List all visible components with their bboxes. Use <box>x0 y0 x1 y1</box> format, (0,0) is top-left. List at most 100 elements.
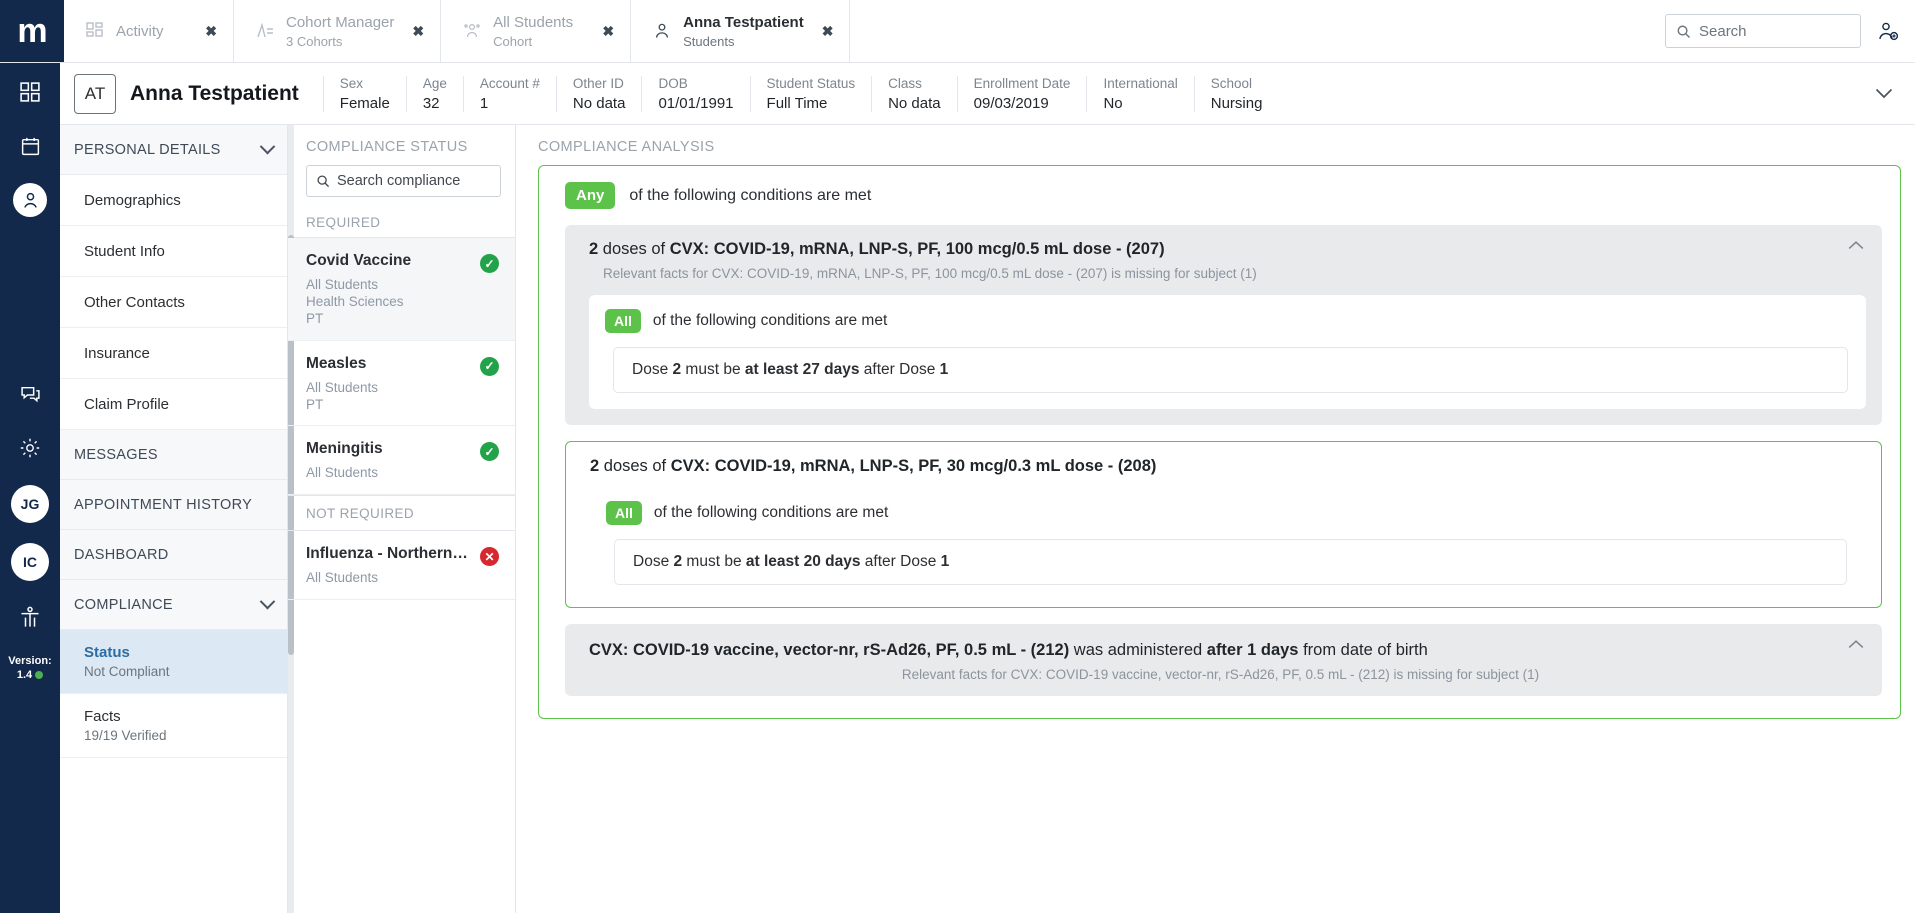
tab-cohort-manager[interactable]: Cohort Manager 3 Cohorts ✖ <box>234 0 442 62</box>
analysis-root-group: Any of the following conditions are met <box>538 165 1901 719</box>
chevron-down-icon <box>259 593 276 610</box>
rule-prefix: Dose <box>633 553 674 571</box>
nav-item-compliance-status-sub: Not Compliant <box>84 664 170 679</box>
nav-item-compliance-facts[interactable]: Facts 19/19 Verified <box>60 694 287 758</box>
tab-cohort-manager-close-icon[interactable]: ✖ <box>394 23 424 40</box>
analysis-condition-207-dose-count: 2 <box>589 240 599 259</box>
search-input[interactable] <box>1699 22 1850 40</box>
analysis-rule-207-dose-interval: Dose 2 must be at least 27 days after Do… <box>613 346 1848 393</box>
rule-after: after Dose <box>859 360 940 378</box>
chevron-up-icon[interactable] <box>1848 241 1864 250</box>
user-add-icon[interactable] <box>1875 18 1901 44</box>
tag: All Students <box>306 379 379 395</box>
condition-chip-all: All <box>605 308 641 333</box>
rail-avatar-ic[interactable]: IC <box>11 543 49 581</box>
rail-dashboard-grid-icon[interactable] <box>13 75 47 109</box>
patient-field-international-value: No <box>1103 94 1123 112</box>
nav-item-demographics-label: Demographics <box>84 191 181 209</box>
tab-cohort-manager-sub: 3 Cohorts <box>286 33 343 49</box>
compliance-analysis-scroll[interactable]: Any of the following conditions are met <box>516 165 1915 913</box>
nav-item-student-info[interactable]: Student Info <box>60 226 287 277</box>
compliance-row-measles-name: Measles <box>306 354 367 372</box>
compliance-row-measles[interactable]: Measles All Students PT ✓ <box>288 341 515 427</box>
analysis-condition-207-header: 2 doses of CVX: COVID-19, mRNA, LNP-S, P… <box>565 239 1882 280</box>
patient-field-class: Class No data <box>871 75 957 112</box>
tab-all-students-sub: Cohort <box>493 33 533 49</box>
nav-section-dashboard[interactable]: DASHBOARD <box>60 530 287 580</box>
tab-anna-testpatient-close-icon[interactable]: ✖ <box>804 23 834 40</box>
compliance-status-title: COMPLIANCE STATUS <box>306 139 468 155</box>
tab-activity[interactable]: Activity ✖ <box>64 0 234 62</box>
tag: All Students <box>306 465 379 481</box>
analysis-condition-207-inner-text: of the following conditions are met <box>652 311 888 329</box>
nav-item-other-contacts-label: Other Contacts <box>84 293 185 311</box>
status-badge-ok-icon: ✓ <box>480 356 499 376</box>
compliance-search-input[interactable] <box>337 173 491 189</box>
analysis-condition-212-mid: was administered <box>1069 641 1207 660</box>
analysis-condition-207-vaccine: CVX: COVID-19, mRNA, LNP-S, PF, 100 mcg/… <box>669 240 1165 259</box>
search-icon <box>1676 24 1691 39</box>
compliance-row-meningitis[interactable]: Meningitis All Students ✓ <box>288 426 515 496</box>
rule-days-unit: days <box>820 553 861 571</box>
analysis-condition-212-title: CVX: COVID-19 vaccine, vector-nr, rS-Ad2… <box>589 640 1838 661</box>
global-search[interactable] <box>1665 14 1861 48</box>
tab-anna-testpatient[interactable]: Anna Testpatient Students ✖ <box>631 0 851 62</box>
status-badge-ok-icon: ✓ <box>480 254 499 273</box>
nav-section-compliance[interactable]: COMPLIANCE <box>60 580 287 630</box>
top-bar-right <box>1665 0 1915 62</box>
nav-item-demographics[interactable]: Demographics <box>60 175 287 226</box>
nav-section-messages-label: MESSAGES <box>74 446 158 463</box>
nav-section-dashboard-label: DASHBOARD <box>74 546 169 563</box>
rail-person-icon[interactable] <box>13 183 47 217</box>
app-body: JG IC Version: 1.4 AT Anna Testpatient S… <box>0 63 1915 913</box>
patient-field-sex-label: Sex <box>339 75 364 91</box>
compliance-row-covid-vaccine-tags: All Students Health Sciences PT <box>306 277 497 328</box>
nav-item-compliance-status-label: Status <box>84 644 130 661</box>
chevron-up-icon[interactable] <box>1848 640 1864 649</box>
condition-chip-all: All <box>606 501 642 526</box>
patient-header-chevron-down-icon[interactable] <box>1853 88 1915 99</box>
compliance-required-list: Covid Vaccine All Students Health Scienc… <box>288 238 515 913</box>
analysis-condition-207: 2 doses of CVX: COVID-19, mRNA, LNP-S, P… <box>565 225 1882 425</box>
nav-item-claim-profile[interactable]: Claim Profile <box>60 379 287 430</box>
rule-days-value: 27 <box>802 360 820 378</box>
condition-chip-any: Any <box>565 182 616 210</box>
tab-all-students[interactable]: All Students Cohort ✖ <box>441 0 632 62</box>
version-value-row: 1.4 <box>8 669 51 683</box>
rule-prefix: Dose <box>632 360 673 378</box>
nav-item-compliance-status[interactable]: Status Not Compliant <box>60 630 287 694</box>
patient-field-international-label: International <box>1103 75 1178 91</box>
tab-all-students-close-icon[interactable]: ✖ <box>584 23 614 40</box>
patient-field-school: School Nursing <box>1193 75 1279 112</box>
nav-item-insurance[interactable]: Insurance <box>60 328 287 379</box>
compliance-search[interactable] <box>306 165 501 197</box>
tag: All Students <box>306 570 379 586</box>
patient-field-enrollment-date-label: Enrollment Date <box>973 75 1071 91</box>
patient-field-student-status: Student Status Full Time <box>749 75 872 112</box>
nav-section-messages[interactable]: MESSAGES <box>60 430 287 480</box>
rail-accessibility-icon[interactable] <box>13 601 47 635</box>
analysis-condition-208-prefix: doses of <box>599 456 671 475</box>
nav-item-student-info-label: Student Info <box>84 242 165 260</box>
compliance-row-influenza[interactable]: Influenza - Northern … All Students ✕ <box>288 531 515 601</box>
compliance-row-covid-vaccine[interactable]: Covid Vaccine All Students Health Scienc… <box>288 238 515 341</box>
nav-section-appointment-history[interactable]: APPOINTMENT HISTORY <box>60 480 287 530</box>
nav-item-other-contacts[interactable]: Other Contacts <box>60 277 287 328</box>
nav-section-personal-details[interactable]: PERSONAL DETAILS <box>60 125 287 175</box>
patient-name: Anna Testpatient <box>130 81 299 105</box>
rule-base-dose: 1 <box>939 360 949 378</box>
content-column: AT Anna Testpatient Sex Female Age 32 Ac… <box>60 63 1915 913</box>
rule-dose-number: 2 <box>672 360 682 378</box>
rail-calendar-icon[interactable] <box>13 129 47 163</box>
compliance-analysis-title: COMPLIANCE ANALYSIS <box>538 139 715 155</box>
tab-activity-close-icon[interactable]: ✖ <box>187 23 217 40</box>
compliance-row-measles-tags: All Students PT <box>306 380 497 414</box>
rail-messages-icon[interactable] <box>13 377 47 411</box>
app-logo[interactable]: m <box>0 0 64 62</box>
patient-field-sex: Sex Female <box>322 75 406 112</box>
tab-anna-testpatient-text: Anna Testpatient Students <box>683 14 804 49</box>
analysis-condition-208-dose-count: 2 <box>590 456 600 475</box>
rail-avatar-jg[interactable]: JG <box>11 485 49 523</box>
rule-mid: must be <box>681 360 745 378</box>
rail-gear-icon[interactable] <box>13 431 47 465</box>
